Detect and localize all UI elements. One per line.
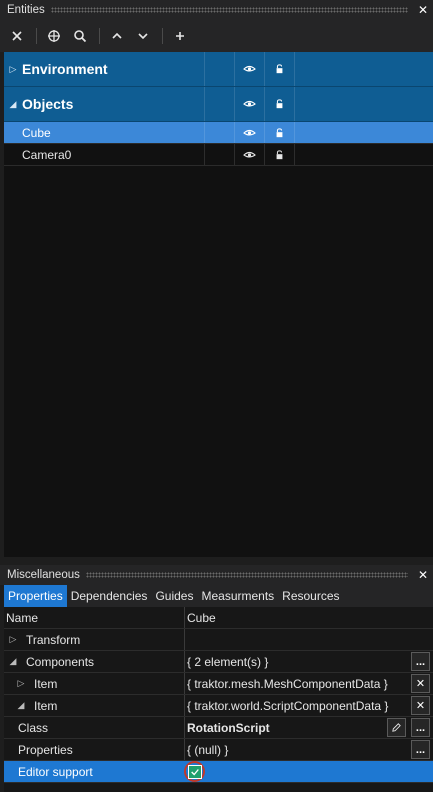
property-value: { 2 element(s) }: [187, 654, 269, 669]
remove-icon[interactable]: ✕: [411, 696, 430, 715]
lock-icon: [276, 127, 283, 137]
property-name: Item: [34, 698, 58, 713]
property-row-components[interactable]: ◢ Components { 2 element(s) } ...: [4, 651, 433, 673]
entity-tree[interactable]: ▷ Environment ◢ Objects Cube Camera0: [4, 52, 433, 557]
lock-toggle[interactable]: [265, 52, 295, 86]
property-list[interactable]: Name Cube ▷ Transform ◢ Components { 2 e…: [4, 607, 433, 792]
chevron-up-icon[interactable]: [106, 25, 128, 47]
misc-tabs: Properties Dependencies Guides Measurmen…: [4, 585, 433, 607]
close-icon[interactable]: [6, 25, 28, 47]
tab-properties[interactable]: Properties: [4, 585, 67, 607]
property-row-transform[interactable]: ▷ Transform: [4, 629, 433, 651]
collapse-arrow-icon[interactable]: ◢: [12, 700, 30, 711]
panel-grip[interactable]: [50, 7, 408, 13]
checkmark-icon: [190, 768, 199, 775]
property-row-properties[interactable]: Properties { (null) } ...: [4, 739, 433, 761]
close-icon[interactable]: ✕: [416, 3, 430, 17]
property-name: Components: [26, 654, 95, 669]
visibility-toggle[interactable]: [235, 87, 265, 121]
entity-row-cube[interactable]: Cube: [4, 122, 433, 144]
misc-title-text: Miscellaneous: [7, 569, 80, 581]
entity-row-camera0[interactable]: Camera0: [4, 144, 433, 166]
property-name: Properties: [18, 742, 73, 757]
property-value: [185, 629, 433, 650]
visibility-toggle[interactable]: [235, 144, 265, 165]
tab-resources[interactable]: Resources: [278, 585, 343, 607]
group-label: Environment: [22, 61, 108, 77]
collapse-arrow-icon[interactable]: ◢: [4, 99, 22, 110]
edit-pencil-icon[interactable]: [387, 718, 406, 737]
expand-arrow-icon[interactable]: ▷: [4, 634, 22, 645]
entity-label: Cube: [22, 125, 51, 140]
eye-icon: [243, 151, 256, 158]
remove-icon[interactable]: ✕: [411, 674, 430, 693]
lock-toggle[interactable]: [265, 87, 295, 121]
property-name: Transform: [26, 632, 81, 647]
property-name: Editor support: [18, 764, 93, 779]
property-header-row: Name Cube: [4, 607, 433, 629]
property-row-editor-support[interactable]: Editor support: [4, 761, 433, 783]
tab-guides[interactable]: Guides: [151, 585, 197, 607]
entities-toolbar: [0, 20, 433, 52]
property-value: { (null) }: [187, 742, 229, 757]
visibility-toggle[interactable]: [235, 122, 265, 143]
lock-icon: [276, 64, 283, 74]
misc-panel-title: Miscellaneous ✕: [0, 565, 433, 585]
property-row-item[interactable]: ◢ Item { traktor.world.ScriptComponentDa…: [4, 695, 433, 717]
entities-panel-title: Entities ✕: [0, 0, 433, 20]
tab-dependencies[interactable]: Dependencies: [67, 585, 152, 607]
entity-label: Camera0: [22, 147, 72, 162]
expand-arrow-icon[interactable]: ▷: [4, 64, 22, 75]
lock-icon: [276, 99, 283, 109]
eye-icon: [243, 65, 256, 72]
expand-arrow-icon[interactable]: ▷: [12, 678, 30, 689]
property-value: { traktor.world.ScriptComponentData }: [187, 698, 389, 713]
plus-icon[interactable]: [169, 25, 191, 47]
property-row-class[interactable]: Class RotationScript ...: [4, 717, 433, 739]
lock-toggle[interactable]: [265, 144, 295, 165]
ellipsis-button[interactable]: ...: [411, 718, 430, 737]
property-value: { traktor.mesh.MeshComponentData }: [187, 676, 388, 691]
lock-toggle[interactable]: [265, 122, 295, 143]
lock-icon: [276, 149, 283, 159]
property-value: RotationScript: [187, 720, 270, 735]
property-name: Class: [18, 720, 49, 735]
crosshair-icon[interactable]: [43, 25, 65, 47]
visibility-toggle[interactable]: [235, 52, 265, 86]
entities-title-text: Entities: [7, 4, 45, 16]
property-name: Item: [34, 676, 58, 691]
toolbar-separator: [99, 28, 100, 44]
close-icon[interactable]: ✕: [416, 568, 430, 582]
highlight-ring: [184, 761, 205, 782]
tab-measurments[interactable]: Measurments: [197, 585, 278, 607]
panel-grip[interactable]: [85, 572, 408, 578]
group-label: Objects: [22, 96, 74, 112]
ellipsis-button[interactable]: ...: [411, 740, 430, 759]
group-row-objects[interactable]: ◢ Objects: [4, 87, 433, 122]
toolbar-separator: [36, 28, 37, 44]
eye-icon: [243, 129, 256, 136]
group-name-cell: ▷ Environment: [4, 52, 205, 86]
ellipsis-button[interactable]: ...: [411, 652, 430, 671]
search-icon[interactable]: [69, 25, 91, 47]
eye-icon: [243, 100, 256, 107]
editor-support-checkbox[interactable]: [187, 764, 202, 779]
column-header-name: Name: [4, 607, 185, 628]
group-row-environment[interactable]: ▷ Environment: [4, 52, 433, 87]
chevron-down-icon[interactable]: [132, 25, 154, 47]
property-row-item[interactable]: ▷ Item { traktor.mesh.MeshComponentData …: [4, 673, 433, 695]
column-header-value: Cube: [187, 610, 216, 625]
group-name-cell: ◢ Objects: [4, 87, 205, 121]
toolbar-separator: [162, 28, 163, 44]
collapse-arrow-icon[interactable]: ◢: [4, 656, 22, 667]
